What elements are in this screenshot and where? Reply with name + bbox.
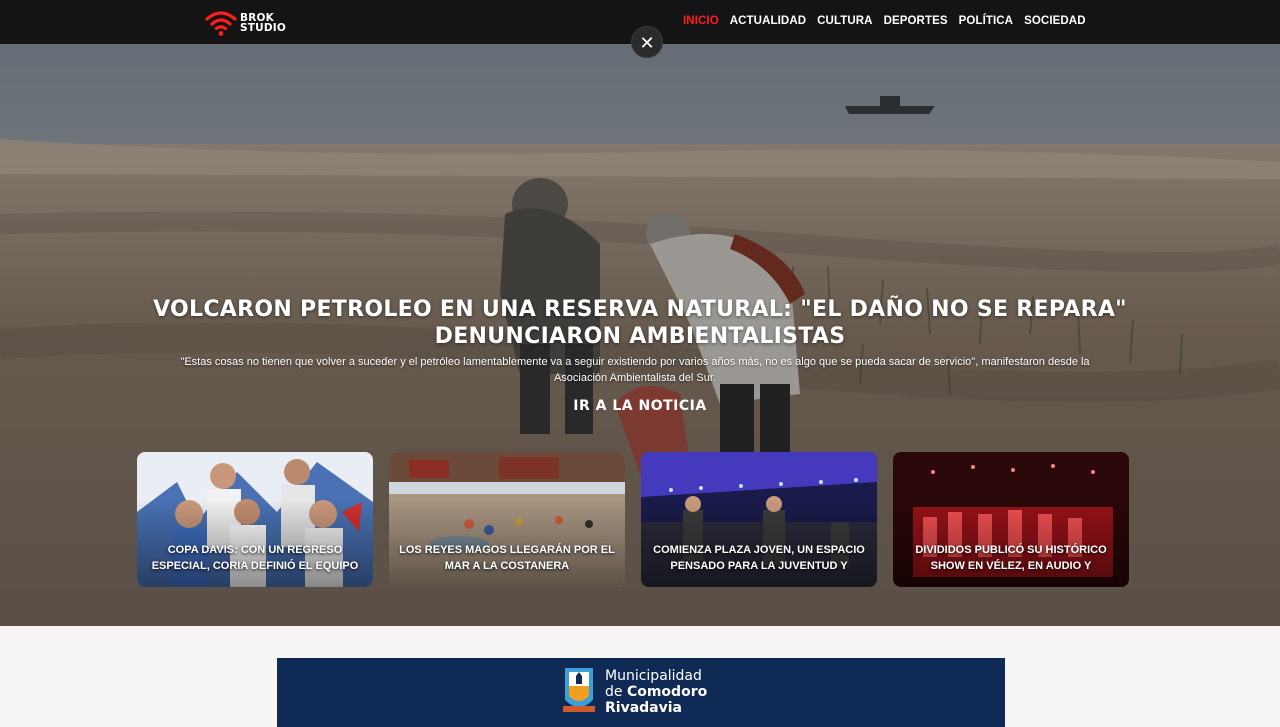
- banner-line-2: de Comodoro: [605, 684, 707, 700]
- story-card[interactable]: LOS REYES MAGOS LLEGARÁN POR EL MAR A LA…: [389, 452, 625, 587]
- related-stories: COPA DAVIS: CON UN REGRESO ESPECIAL, COR…: [137, 452, 1130, 587]
- brand-line-2: STUDIO: [240, 22, 286, 34]
- municipal-crest-icon: [563, 668, 595, 712]
- banner-line-3: Rivadavia: [605, 700, 682, 716]
- nav-item-sociedad[interactable]: SOCIEDAD: [1024, 15, 1086, 27]
- brand-wordmark: BROK STUDIO: [240, 13, 286, 34]
- nav-item-actualidad[interactable]: ACTUALIDAD: [730, 15, 806, 27]
- story-card-title[interactable]: COMIENZA PLAZA JOVEN, UN ESPACIO PENSADO…: [649, 542, 869, 576]
- read-article-link[interactable]: IR A LA NOTICIA: [540, 398, 740, 414]
- municipality-banner-ad[interactable]: Municipalidad de Comodoro Rivadavia: [277, 658, 1005, 727]
- nav-item-politica[interactable]: POLÍTICA: [959, 15, 1013, 27]
- close-icon[interactable]: ✕: [631, 26, 663, 58]
- main-nav: INICIO ACTUALIDAD CULTURA DEPORTES POLÍT…: [683, 15, 1086, 27]
- brand-logo[interactable]: BROK STUDIO: [204, 8, 308, 38]
- nav-item-inicio[interactable]: INICIO: [683, 15, 719, 27]
- hero-summary: "Estas cosas no tienen que volver a suce…: [180, 356, 1090, 384]
- wifi-signal-icon: [205, 11, 237, 36]
- banner-line-2-prefix: de: [605, 684, 627, 700]
- story-card-title[interactable]: LOS REYES MAGOS LLEGARÁN POR EL MAR A LA…: [397, 542, 617, 576]
- story-card[interactable]: COPA DAVIS: CON UN REGRESO ESPECIAL, COR…: [137, 452, 373, 587]
- story-card-title[interactable]: DIVIDIDOS PUBLICÓ SU HISTÓRICO SHOW EN V…: [901, 542, 1121, 576]
- nav-item-deportes[interactable]: DEPORTES: [884, 15, 948, 27]
- nav-item-cultura[interactable]: CULTURA: [817, 15, 872, 27]
- hero-featured-story[interactable]: VOLCARON PETROLEO EN UNA RESERVA NATURAL…: [0, 44, 1280, 626]
- banner-line-1: Municipalidad: [605, 668, 702, 684]
- story-card-title[interactable]: COPA DAVIS: CON UN REGRESO ESPECIAL, COR…: [145, 542, 365, 576]
- story-card[interactable]: COMIENZA PLAZA JOVEN, UN ESPACIO PENSADO…: [641, 452, 877, 587]
- banner-line-2-bold: Comodoro: [626, 684, 708, 700]
- story-card[interactable]: DIVIDIDOS PUBLICÓ SU HISTÓRICO SHOW EN V…: [893, 452, 1129, 587]
- hero-title[interactable]: VOLCARON PETROLEO EN UNA RESERVA NATURAL…: [140, 296, 1140, 350]
- banner-text: Municipalidad de Comodoro Rivadavia: [605, 668, 707, 716]
